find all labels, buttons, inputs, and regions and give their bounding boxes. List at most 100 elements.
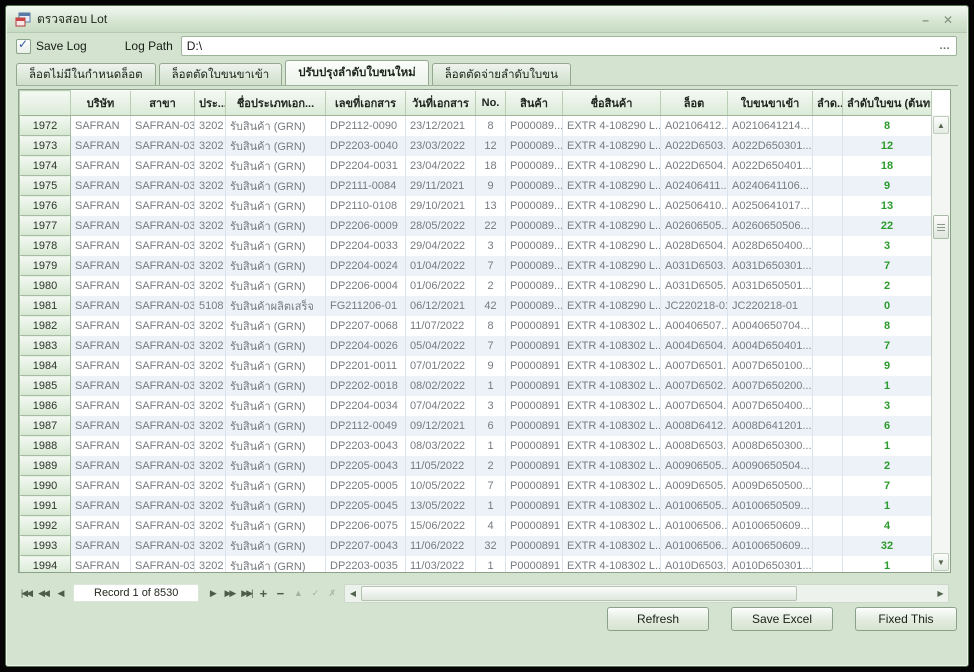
cell[interactable]: SAFRAN	[71, 176, 131, 196]
column-header[interactable]: ใบขนขาเข้า	[728, 91, 813, 116]
cell[interactable]: P0000891	[506, 416, 563, 436]
cell[interactable]: 1	[843, 496, 932, 516]
cell[interactable]: รับสินค้า (GRN)	[226, 196, 326, 216]
cell[interactable]: P000089...	[506, 136, 563, 156]
cell[interactable]: SAFRAN	[71, 476, 131, 496]
nav-append-button[interactable]: +	[255, 585, 271, 601]
cell[interactable]: A00906505...	[661, 456, 728, 476]
cell[interactable]: DP2112-0090	[326, 116, 406, 136]
cell[interactable]: 01/04/2022	[406, 256, 476, 276]
cell[interactable]: รับสินค้า (GRN)	[226, 176, 326, 196]
cell[interactable]	[813, 316, 843, 336]
cell[interactable]: 3	[476, 396, 506, 416]
cell[interactable]: A004D6504...	[661, 336, 728, 356]
cell[interactable]	[813, 556, 843, 574]
cell[interactable]: EXTR 4-108302 L...	[563, 556, 661, 574]
cell[interactable]: 11/03/2022	[406, 556, 476, 574]
cell[interactable]: P000089...	[506, 196, 563, 216]
cell[interactable]: P0000891	[506, 516, 563, 536]
cell[interactable]: P0000891	[506, 476, 563, 496]
refresh-button[interactable]: Refresh	[607, 607, 709, 631]
cell[interactable]: DP2205-0045	[326, 496, 406, 516]
cell[interactable]: รับสินค้า (GRN)	[226, 456, 326, 476]
cell[interactable]: A00406507...	[661, 316, 728, 336]
log-path-input[interactable]: D:\ …	[181, 36, 957, 56]
cell[interactable]: 8	[476, 116, 506, 136]
cell[interactable]: SAFRAN	[71, 376, 131, 396]
cell[interactable]: A0260650506...	[728, 216, 813, 236]
cell[interactable]	[813, 256, 843, 276]
cell[interactable]: SAFRAN-03	[131, 496, 195, 516]
cell[interactable]: P0000891	[506, 536, 563, 556]
cell[interactable]: P0000891	[506, 356, 563, 376]
cell[interactable]: A008D6503...	[661, 436, 728, 456]
cell[interactable]: 3202	[195, 136, 226, 156]
cell[interactable]: รับสินค้า (GRN)	[226, 336, 326, 356]
cell[interactable]: EXTR 4-108302 L...	[563, 436, 661, 456]
cell[interactable]: 1	[476, 376, 506, 396]
cell[interactable]: 3202	[195, 396, 226, 416]
cell[interactable]: EXTR 4-108302 L...	[563, 516, 661, 536]
column-header[interactable]: ชื่อประเภทเอก...	[226, 91, 326, 116]
cell[interactable]: 3202	[195, 476, 226, 496]
cell[interactable]: EXTR 4-108302 L...	[563, 416, 661, 436]
cell[interactable]: A028D650400...	[728, 236, 813, 256]
cell[interactable]: 3202	[195, 356, 226, 376]
row-header[interactable]: 1989	[20, 456, 71, 476]
cell[interactable]: 13	[843, 196, 932, 216]
cell[interactable]: 10/05/2022	[406, 476, 476, 496]
cell[interactable]: 3202	[195, 456, 226, 476]
cell[interactable]: A028D6504...	[661, 236, 728, 256]
cell[interactable]: SAFRAN-03	[131, 356, 195, 376]
cell[interactable]: 3	[843, 396, 932, 416]
cell[interactable]: 3202	[195, 196, 226, 216]
cell[interactable]: P000089...	[506, 216, 563, 236]
cell[interactable]: EXTR 4-108290 L...	[563, 296, 661, 316]
cell[interactable]: A009D6505...	[661, 476, 728, 496]
cell[interactable]: SAFRAN	[71, 416, 131, 436]
cell[interactable]: 13	[476, 196, 506, 216]
cell[interactable]	[813, 376, 843, 396]
nav-delete-button[interactable]: −	[272, 585, 288, 601]
cell[interactable]: P0000891	[506, 556, 563, 574]
cell[interactable]: 18	[843, 156, 932, 176]
cell[interactable]: 6	[476, 416, 506, 436]
cell[interactable]: 2	[843, 276, 932, 296]
cell[interactable]: 3202	[195, 496, 226, 516]
cell[interactable]: DP2207-0043	[326, 536, 406, 556]
row-indicator-header[interactable]	[20, 91, 71, 116]
cell[interactable]: A008D650300...	[728, 436, 813, 456]
cell[interactable]: 11/07/2022	[406, 316, 476, 336]
column-header[interactable]: ล็อต	[661, 91, 728, 116]
cell[interactable]: 07/04/2022	[406, 396, 476, 416]
cell[interactable]: 3202	[195, 156, 226, 176]
cell[interactable]: 28/05/2022	[406, 216, 476, 236]
row-header[interactable]: 1990	[20, 476, 71, 496]
tab-2[interactable]: ล็อตตัดใบขนขาเข้า	[159, 63, 283, 85]
row-header[interactable]: 1993	[20, 536, 71, 556]
cell[interactable]: 42	[476, 296, 506, 316]
cell[interactable]: 06/12/2021	[406, 296, 476, 316]
cell[interactable]: A01006506...	[661, 516, 728, 536]
cell[interactable]: 7	[843, 256, 932, 276]
cell[interactable]: P0000891	[506, 316, 563, 336]
horizontal-scrollbar[interactable]: ◀ ▶	[344, 584, 949, 603]
cell[interactable]: DP2207-0068	[326, 316, 406, 336]
cell[interactable]	[813, 336, 843, 356]
cell[interactable]: 09/12/2021	[406, 416, 476, 436]
cell[interactable]: SAFRAN	[71, 436, 131, 456]
cell[interactable]	[813, 476, 843, 496]
cell[interactable]: SAFRAN-03	[131, 516, 195, 536]
cell[interactable]: DP2204-0034	[326, 396, 406, 416]
cell[interactable]: P000089...	[506, 116, 563, 136]
cell[interactable]: EXTR 4-108302 L...	[563, 336, 661, 356]
cell[interactable]: EXTR 4-108302 L...	[563, 316, 661, 336]
cell[interactable]: DP2110-0108	[326, 196, 406, 216]
cell[interactable]: SAFRAN-03	[131, 416, 195, 436]
row-header[interactable]: 1983	[20, 336, 71, 356]
cell[interactable]: DP2204-0033	[326, 236, 406, 256]
cell[interactable]: 3202	[195, 336, 226, 356]
cell[interactable]: SAFRAN	[71, 116, 131, 136]
cell[interactable]: รับสินค้า (GRN)	[226, 556, 326, 574]
cell[interactable]: 01/06/2022	[406, 276, 476, 296]
